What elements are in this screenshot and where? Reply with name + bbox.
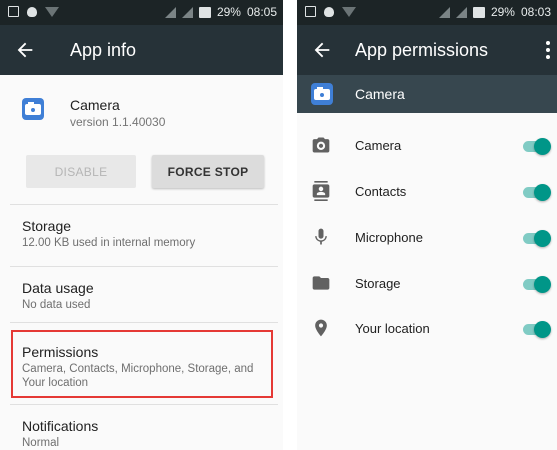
app-bar: App info	[0, 25, 283, 75]
clock: 08:03	[520, 5, 551, 19]
storage-section[interactable]: Storage 12.00 KB used in internal memory	[22, 218, 272, 251]
storage-toggle[interactable]	[523, 276, 551, 293]
permissions-highlight-box	[11, 330, 273, 398]
disable-button[interactable]: DISABLE	[26, 155, 136, 188]
screenshot-icon	[8, 6, 19, 17]
app-info-screen: 29% 08:05 App info Camera version 1.1.40…	[0, 0, 283, 450]
location-toggle[interactable]	[523, 321, 551, 338]
signal-icon	[438, 6, 450, 18]
status-bar: 29% 08:05	[0, 0, 283, 25]
status-bar: 29% 08:03	[297, 0, 557, 25]
section-title: Data usage	[22, 280, 94, 296]
folder-icon	[312, 276, 330, 290]
app-header: Camera version 1.1.40030	[22, 92, 272, 132]
wifi-icon	[342, 6, 356, 17]
wifi-icon	[45, 6, 59, 17]
section-subtitle: 12.00 KB used in internal memory	[22, 237, 196, 249]
battery-icon	[472, 6, 485, 18]
camera-app-icon	[311, 83, 333, 105]
permission-label: Contacts	[355, 184, 407, 199]
contacts-icon	[312, 181, 330, 201]
page-title: App info	[70, 40, 137, 60]
more-options-icon[interactable]	[545, 41, 551, 59]
app-name: Camera	[70, 97, 120, 113]
clock: 08:05	[246, 5, 277, 19]
back-arrow-icon[interactable]	[14, 39, 36, 61]
app-row-label: Camera	[355, 86, 405, 102]
screen-gap	[283, 0, 297, 450]
back-arrow-icon[interactable]	[311, 39, 333, 61]
app-version: version 1.1.40030	[70, 115, 166, 129]
section-subtitle: No data used	[22, 299, 91, 311]
microphone-icon	[315, 228, 327, 245]
debug-icon	[324, 6, 334, 17]
signal-icon	[164, 6, 176, 18]
battery-icon	[198, 6, 211, 18]
app-permissions-screen: 29% 08:03 App permissions Camera Camera …	[297, 0, 557, 450]
screenshot-icon	[305, 6, 316, 17]
section-subtitle: Normal	[22, 437, 60, 449]
permission-label: Storage	[355, 276, 401, 291]
battery-percent: 29%	[490, 5, 515, 19]
data-usage-section[interactable]: Data usage No data used	[22, 280, 272, 313]
divider	[10, 322, 278, 323]
force-stop-button[interactable]: FORCE STOP	[152, 155, 264, 188]
signal-icon-2	[181, 6, 193, 18]
permission-row-camera[interactable]: Camera	[297, 126, 557, 166]
notifications-section[interactable]: Notifications Normal	[22, 418, 272, 450]
divider	[10, 404, 278, 405]
section-title: Storage	[22, 218, 72, 234]
permission-row-microphone[interactable]: Microphone	[297, 218, 557, 258]
page-title: App permissions	[355, 40, 489, 60]
microphone-toggle[interactable]	[523, 230, 551, 247]
permission-row-storage[interactable]: Storage	[297, 264, 557, 304]
permission-row-contacts[interactable]: Contacts	[297, 172, 557, 212]
app-row: Camera	[297, 75, 557, 113]
battery-percent: 29%	[216, 5, 241, 19]
contacts-toggle[interactable]	[523, 184, 551, 201]
permission-label: Microphone	[355, 230, 423, 245]
camera-toggle[interactable]	[523, 138, 551, 155]
location-pin-icon	[315, 319, 327, 337]
debug-icon	[27, 6, 37, 17]
permission-row-location[interactable]: Your location	[297, 309, 557, 349]
signal-icon-2	[455, 6, 467, 18]
divider	[10, 266, 278, 267]
camera-app-icon	[22, 98, 44, 120]
permission-label: Camera	[355, 138, 402, 153]
permission-label: Your location	[355, 321, 430, 336]
camera-icon	[312, 137, 330, 153]
app-bar: App permissions	[297, 25, 557, 75]
section-title: Notifications	[22, 418, 99, 434]
divider	[10, 204, 278, 205]
